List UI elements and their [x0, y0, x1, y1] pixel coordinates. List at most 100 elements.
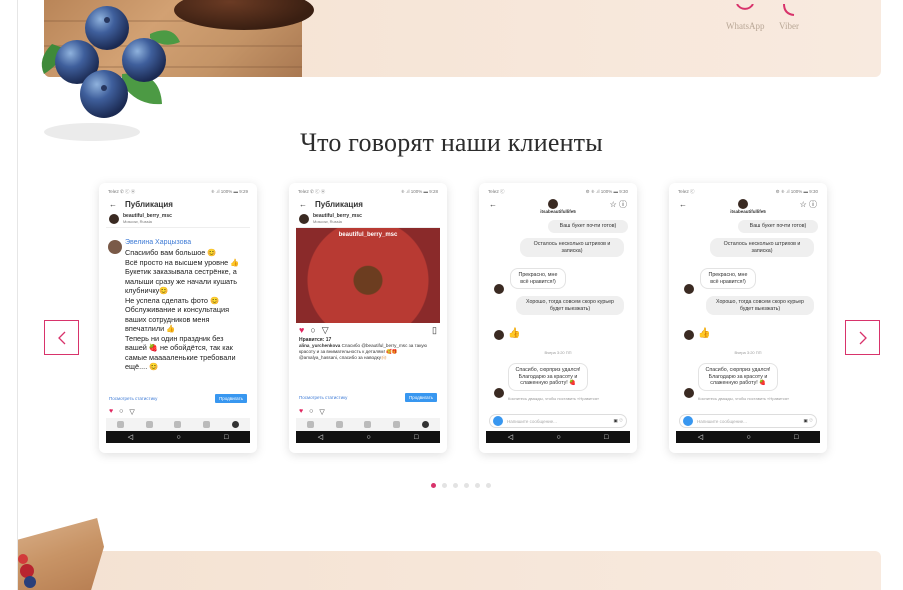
whatsapp-label: WhatsApp — [726, 21, 765, 31]
slider-dot[interactable] — [431, 483, 436, 488]
camera-icon — [493, 416, 503, 426]
promote-button: Продвигать — [214, 393, 247, 403]
chevron-right-icon — [859, 331, 867, 344]
status-right: ⁜ .ıl 100% ▬ 9:28 — [400, 189, 438, 194]
bookmark-icon: ▯ — [432, 324, 437, 335]
caption-user: alina_yurchenkova — [299, 343, 341, 348]
promote-button: Продвигать — [404, 392, 437, 402]
slider-dot[interactable] — [464, 483, 469, 488]
viber-link[interactable]: Viber — [778, 0, 800, 31]
section-title: Что говорят наши клиенты — [300, 128, 603, 157]
heart-icon: ♥ — [109, 408, 114, 415]
slider-dot[interactable] — [453, 483, 458, 488]
avatar — [109, 214, 119, 224]
avatar — [548, 199, 559, 209]
review-screenshot: Tele2 ⓒ ⚙ ⁜ .ıl 100% ▬ 9:30 ← ☆ ⓘ itsabeau… — [486, 188, 630, 448]
status-left: Tele2 ⓒ — [488, 189, 505, 194]
star-info-icon: ☆ ⓘ — [799, 199, 817, 209]
status-right: ⚙ ⁜ .ıl 100% ▬ 9:30 — [585, 189, 628, 194]
review-card-2[interactable]: Tele2 ✆ ⓒ ⓦ ⁜ .ıl 100% ▬ 9:28 ← Публикация… — [289, 183, 447, 453]
double-tap-hint: Коснитесь дважды, чтобы поставить «Нрави… — [508, 396, 600, 401]
message-bubble: Осталось несколько штрихов и записка) — [710, 238, 814, 257]
dm-profile-name: itsabeautifullife5 — [730, 209, 766, 214]
heart-icon: ♥ — [299, 325, 305, 335]
back-arrow-icon: ← — [299, 199, 307, 209]
avatar — [494, 284, 504, 294]
comment-text: Спасиибо вам большое 😊 Всё просто на выс… — [125, 248, 240, 371]
status-right: ⚙ ⁜ .ıl 100% ▬ 9:30 — [775, 189, 818, 194]
review-card-1[interactable]: Tele2 ✆ ⓒ ⓦ ⁜ .ıl 100% ▬ 9:29 ← Публикация… — [99, 183, 257, 453]
slider-next-button[interactable] — [845, 320, 880, 355]
input-placeholder: Напишите сообщение... — [507, 418, 557, 424]
back-arrow-icon: ← — [679, 199, 687, 209]
whatsapp-icon — [734, 0, 756, 18]
avatar — [684, 388, 694, 398]
thumbs-up-icon: 👍 — [698, 328, 711, 339]
thumbs-up-icon: 👍 — [508, 328, 521, 339]
post-location: Moscow, Russia — [313, 219, 342, 224]
review-card-4[interactable]: Tele2 ⓒ ⚙ ⁜ .ıl 100% ▬ 9:30 ← ☆ ⓘ itsabeau… — [669, 183, 827, 453]
whatsapp-link[interactable]: WhatsApp — [726, 0, 765, 31]
photo-tag: beautiful_berry_msc — [338, 232, 398, 238]
comment-icon: ○ — [310, 325, 316, 335]
gallery-heart-icon: ▣ ♡ — [803, 418, 813, 423]
message-time: Вчера 3:20 ПП — [734, 350, 762, 355]
message-bubble: Прекрасно, мне всё нравится!) — [510, 268, 566, 289]
stats-link: Посмотреть статистику — [299, 394, 348, 400]
review-card-3[interactable]: Tele2 ⓒ ⚙ ⁜ .ıl 100% ▬ 9:30 ← ☆ ⓘ itsabeau… — [479, 183, 637, 453]
share-icon: ▽ — [321, 324, 329, 335]
slider-prev-button[interactable] — [44, 320, 79, 355]
avatar — [684, 330, 694, 340]
share-icon: ▽ — [319, 409, 325, 416]
commenter-avatar — [108, 240, 122, 254]
slider-dot[interactable] — [486, 483, 491, 488]
message-input: Напишите сообщение... ▣ ♡ — [679, 414, 817, 428]
comment-icon: ○ — [309, 408, 314, 415]
comment-author: Эвелина Харцызова — [125, 239, 192, 246]
chevron-left-icon — [57, 331, 65, 344]
berries-photo — [18, 518, 104, 590]
message-bubble: Хорошо, тогда совсем скоро курьер будет … — [706, 296, 814, 315]
input-placeholder: Напишите сообщение... — [697, 418, 747, 424]
avatar — [684, 284, 694, 294]
comment-icon: ○ — [119, 408, 124, 415]
back-arrow-icon: ← — [489, 199, 497, 209]
message-input: Напишите сообщение... ▣ ♡ — [489, 414, 627, 428]
review-screenshot: Tele2 ✆ ⓒ ⓦ ⁜ .ıl 100% ▬ 9:29 ← Публикация… — [106, 188, 250, 448]
status-right: ⁜ .ıl 100% ▬ 9:29 — [210, 189, 248, 194]
nav-title: Публикация — [315, 199, 363, 209]
slider-dot[interactable] — [475, 483, 480, 488]
back-arrow-icon: ← — [109, 199, 117, 209]
review-screenshot: Tele2 ✆ ⓒ ⓦ ⁜ .ıl 100% ▬ 9:28 ← Публикация… — [296, 188, 440, 448]
message-bubble: Осталось несколько штрихов и записка) — [520, 238, 624, 257]
message-bubble: Ваш букет почти готов) — [738, 220, 818, 233]
avatar — [494, 388, 504, 398]
share-icon: ▽ — [129, 409, 135, 416]
message-bubble: Спасибо, сюрприз удался! Благодарю за кр… — [508, 363, 588, 391]
post-location: Moscow, Russia — [123, 219, 152, 224]
message-bubble: Спасибо, сюрприз удался! Благодарю за кр… — [698, 363, 778, 391]
avatar — [494, 330, 504, 340]
slider-pagination — [431, 483, 491, 488]
dm-profile-name: itsabeautifullife5 — [540, 209, 576, 214]
double-tap-hint: Коснитесь дважды, чтобы поставить «Нрави… — [698, 396, 790, 401]
camera-icon — [683, 416, 693, 426]
viber-icon — [778, 0, 800, 18]
slider-dot[interactable] — [442, 483, 447, 488]
bottom-banner — [44, 551, 881, 590]
nav-title: Публикация — [125, 199, 173, 209]
gallery-heart-icon: ▣ ♡ — [613, 418, 623, 423]
message-bubble: Хорошо, тогда совсем скоро курьер будет … — [516, 296, 624, 315]
blueberries-decoration — [41, 6, 180, 141]
stats-link: Посмотреть статистику — [109, 395, 158, 401]
page-edge — [17, 0, 18, 590]
status-left: Tele2 ⓒ — [678, 189, 695, 194]
review-screenshot: Tele2 ⓒ ⚙ ⁜ .ıl 100% ▬ 9:30 ← ☆ ⓘ itsabeau… — [676, 188, 820, 448]
star-info-icon: ☆ ⓘ — [609, 199, 627, 209]
message-time: Вчера 3:20 ПП — [544, 350, 572, 355]
viber-label: Viber — [779, 21, 799, 31]
avatar — [299, 214, 309, 224]
status-left: Tele2 ✆ ⓒ ⓦ — [108, 189, 136, 194]
message-bubble: Ваш букет почти готов) — [548, 220, 628, 233]
message-bubble: Прекрасно, мне всё нравится!) — [700, 268, 756, 289]
